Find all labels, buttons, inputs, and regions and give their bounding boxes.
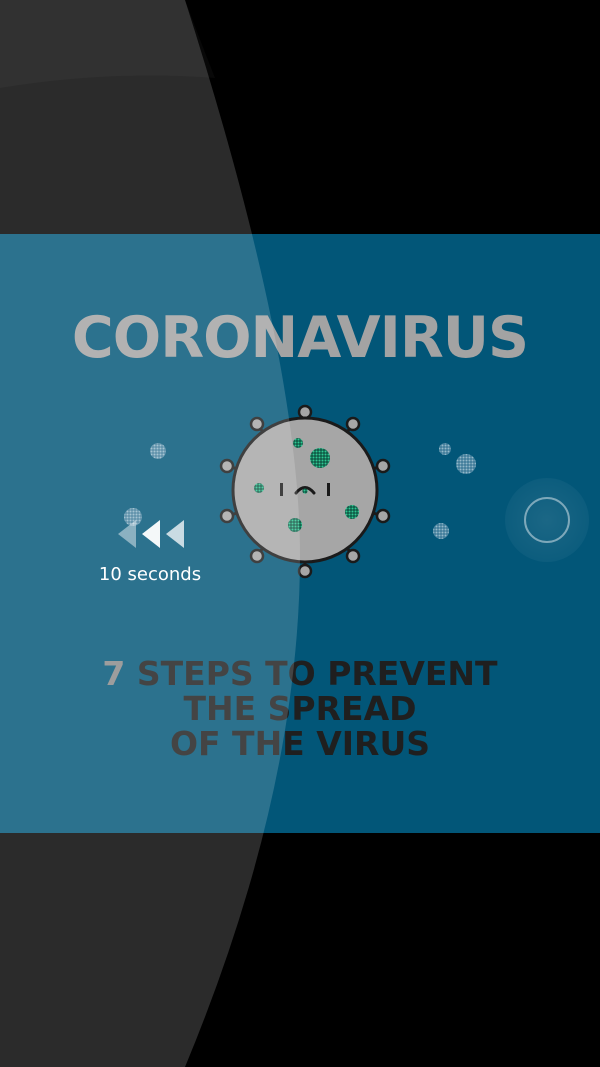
double-tap-seek-screen[interactable]: CORONAVIRUS 7 STEPS TO PREVENT THE SPREA…: [0, 0, 600, 1067]
seek-back-label: 10 seconds: [98, 564, 202, 585]
subtitle-line-1-text: STEPS TO PREVENT: [136, 654, 498, 693]
seek-back-button[interactable]: 10 seconds: [90, 505, 210, 595]
subtitle-line-3: OF THE VIRUS: [169, 724, 431, 763]
video-title: CORONAVIRUS: [71, 305, 529, 371]
subtitle-line-2: THE SPREAD: [183, 689, 417, 728]
video-subtitle: 7 STEPS TO PREVENT THE SPREAD OF THE VIR…: [0, 656, 600, 761]
rewind-icon: [118, 520, 184, 548]
seek-forward-tap-target[interactable]: [505, 478, 589, 562]
subtitle-line-1: 7 STEPS TO PREVENT: [0, 656, 600, 691]
subtitle-step-count: 7: [102, 654, 126, 693]
